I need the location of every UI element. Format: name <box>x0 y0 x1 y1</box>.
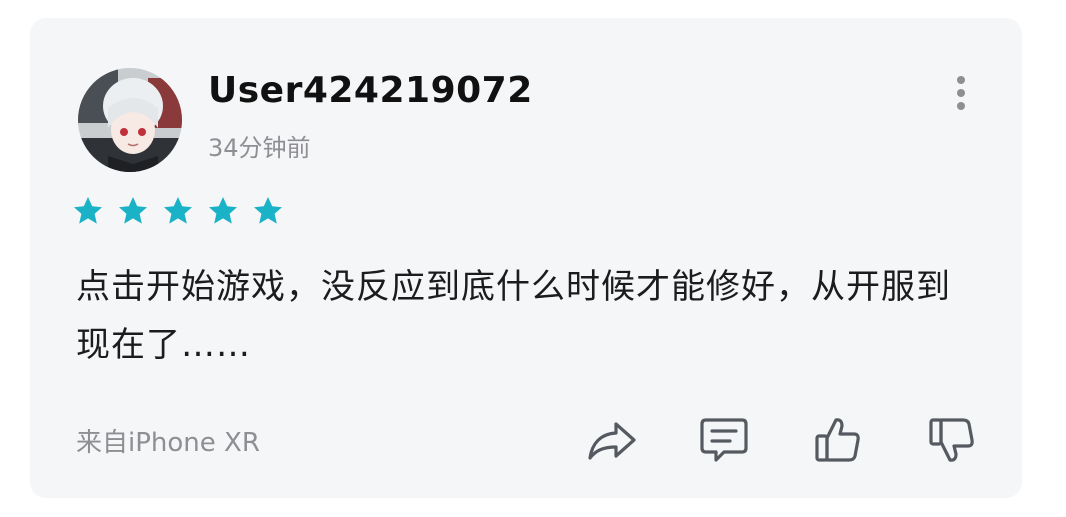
more-vertical-icon <box>957 76 965 110</box>
star-rating <box>72 195 297 227</box>
device-source: 来自iPhone XR <box>76 428 260 458</box>
username[interactable]: User424219072 <box>208 70 533 111</box>
avatar[interactable] <box>78 68 182 172</box>
like-button[interactable] <box>812 414 864 466</box>
star-icon <box>164 197 192 224</box>
review-card: User424219072 34分钟前 点击开始游戏，没反应到底什么时候才能修好… <box>30 18 1022 498</box>
star-icon <box>74 197 102 224</box>
share-arrow-icon <box>588 422 636 460</box>
share-button[interactable] <box>586 414 638 466</box>
thumbs-up-icon <box>815 418 860 462</box>
review-text: 点击开始游戏，没反应到底什么时候才能修好，从开服到现在了…… <box>76 267 951 365</box>
dislike-button[interactable] <box>926 414 978 466</box>
star-icon <box>209 197 237 224</box>
star-icon <box>254 197 282 224</box>
thumbs-down-icon <box>929 418 974 462</box>
star-icon <box>119 197 147 224</box>
timestamp: 34分钟前 <box>208 134 311 162</box>
comment-icon <box>700 418 748 462</box>
more-options-button[interactable] <box>946 72 976 114</box>
comment-button[interactable] <box>698 414 750 466</box>
